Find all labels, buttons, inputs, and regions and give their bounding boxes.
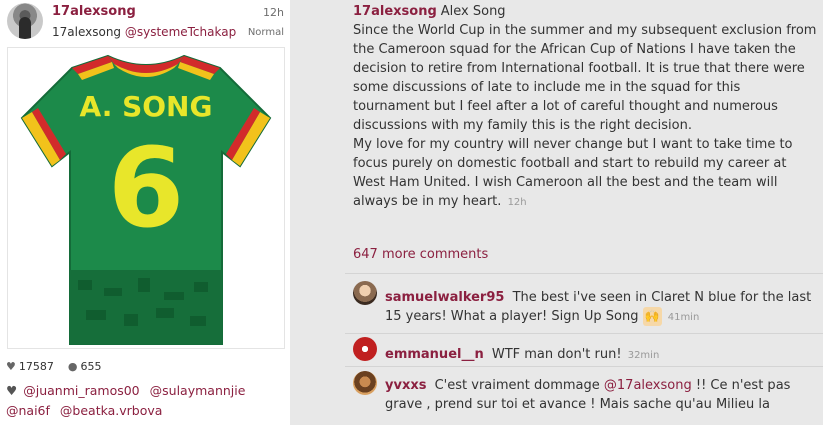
comments-panel: 17alexsong Alex Song Since the World Cup … (345, 0, 823, 425)
more-comments-link[interactable]: 647 more comments (353, 247, 488, 262)
post-username[interactable]: 17alexsong (52, 4, 136, 19)
avatar[interactable] (7, 3, 43, 39)
post-filter: Normal (247, 27, 284, 38)
comment-time: 32min (627, 350, 660, 361)
post-author-short: 17alexsong (52, 25, 122, 39)
comment-time: 41min (667, 312, 700, 323)
caption-paragraph-2: My love for my country will never change… (353, 137, 793, 209)
caption-username[interactable]: 17alexsong (353, 4, 437, 19)
comment-username[interactable]: emmanuel__n (385, 347, 484, 362)
comment-mention[interactable]: @17alexsong (604, 378, 692, 393)
comments-count-wrap[interactable]: ● 655 (68, 360, 102, 373)
jersey-number: 6 (108, 124, 185, 252)
comment-bubble-icon: ● (67, 360, 78, 373)
comments-count: 655 (80, 360, 102, 373)
jersey-image: A. SONG 6 (20, 54, 272, 345)
liker-link[interactable]: @juanmi_ramos00 (23, 383, 139, 398)
caption-body: 17alexsong Alex Song Since the World Cup … (353, 2, 817, 212)
caption-display-name: Alex Song (440, 4, 506, 19)
jersey-name: A. SONG (80, 90, 213, 123)
avatar[interactable] (353, 371, 377, 395)
heart-icon: ♥ (6, 360, 16, 373)
comment-text-before: C'est vraiment dommage (434, 378, 600, 393)
comment-body: emmanuel__n WTF man don't run! 32min (385, 345, 823, 365)
post-tagged-user[interactable]: @systemeTchakap (125, 25, 236, 39)
divider (345, 273, 823, 274)
liker-link[interactable]: @beatka.vrbova (60, 403, 163, 418)
comment-username[interactable]: yvxxs (385, 378, 426, 393)
raised-hands-icon: 🙌 (642, 307, 662, 326)
divider (345, 333, 823, 334)
post-header: 17alexsong 12h 17alexsong @systemeTchaka… (0, 0, 290, 46)
comment-username[interactable]: samuelwalker95 (385, 290, 504, 305)
post-photo[interactable]: A. SONG 6 (7, 47, 285, 349)
liker-link[interactable]: @sulaymannjie (150, 383, 246, 398)
post-card: 17alexsong 12h 17alexsong @systemeTchaka… (0, 0, 290, 425)
avatar[interactable] (353, 337, 377, 361)
comment-text: WTF man don't run! (491, 347, 622, 362)
post-stats: ♥ 17587 ● 655 (6, 360, 101, 373)
post-time: 12h (263, 6, 284, 19)
caption-paragraph-1: Since the World Cup in the summer and my… (353, 23, 817, 133)
likers-list: ♥ @juanmi_ramos00 @sulaymannjie @nai6f @beat… (6, 381, 286, 421)
divider (345, 366, 823, 367)
comment-body: samuelwalker95 The best i've seen in Cla… (385, 288, 823, 327)
comment-body: yvxxs C'est vraiment dommage @17alexsong… (385, 376, 823, 414)
caption-time: 12h (507, 197, 527, 208)
post-subline: 17alexsong @systemeTchakap (52, 25, 236, 39)
heart-outline-icon: ♥ (6, 383, 18, 398)
likes-count: 17587 (18, 360, 54, 373)
likes-count-wrap[interactable]: ♥ 17587 (6, 360, 54, 373)
liker-link[interactable]: @nai6f (6, 403, 50, 418)
avatar[interactable] (353, 281, 377, 305)
